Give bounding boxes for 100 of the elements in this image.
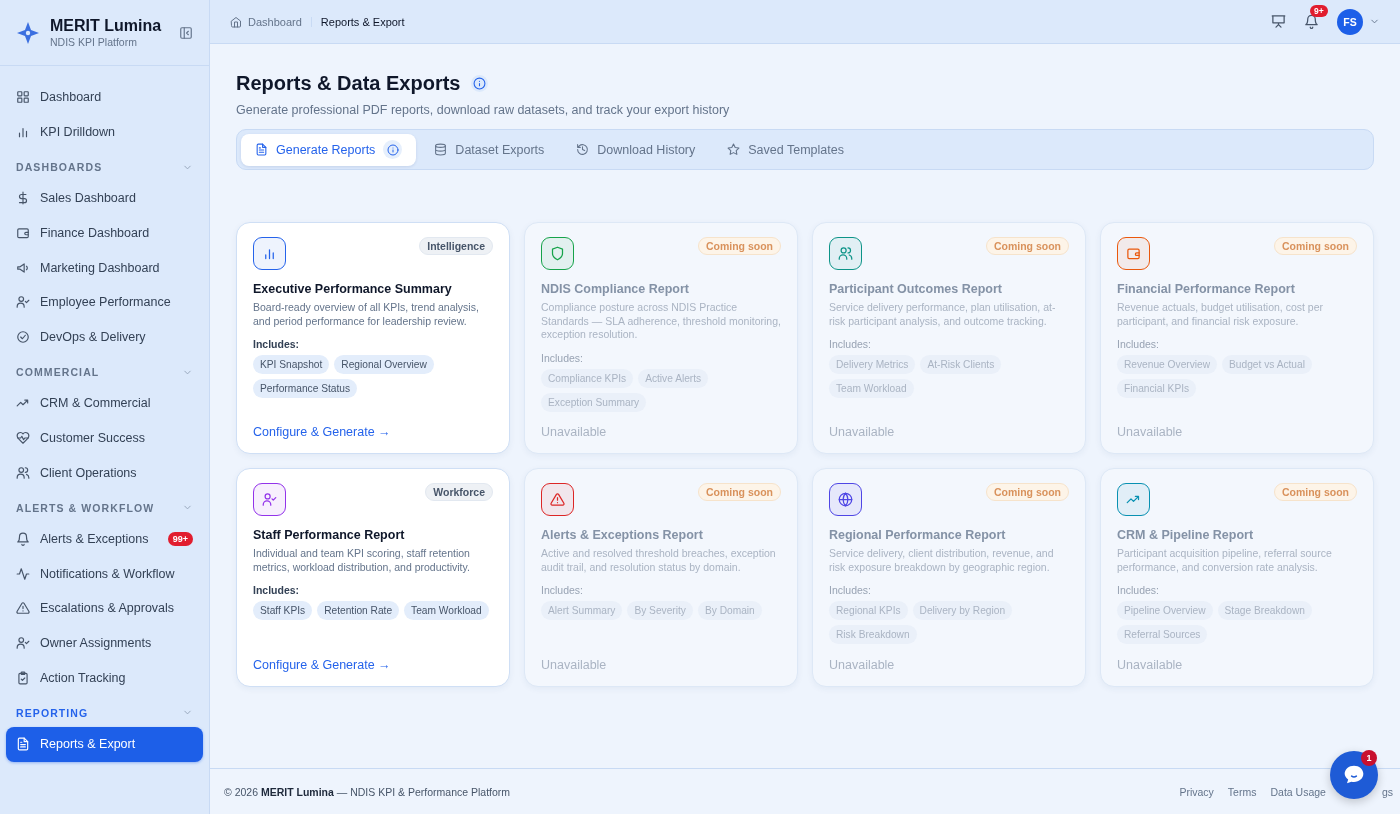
footer-link[interactable]: Privacy bbox=[1179, 785, 1214, 798]
feature-tag: Stage Breakdown bbox=[1217, 601, 1312, 620]
breadcrumb-link[interactable]: Dashboard bbox=[248, 15, 302, 28]
check-circle-icon bbox=[16, 329, 30, 344]
nav-item[interactable]: KPI Drilldown bbox=[6, 114, 203, 150]
category-tag: Workforce bbox=[425, 483, 493, 501]
footer-link[interactable]: Data Usage bbox=[1270, 785, 1326, 798]
section-header[interactable]: REPORTING bbox=[6, 698, 203, 727]
unavailable-label: Unavailable bbox=[829, 658, 896, 672]
app-name: MERIT Lumina bbox=[50, 17, 163, 35]
nav-item[interactable]: Owner Assignments bbox=[6, 625, 203, 661]
feature-tag: Pipeline Overview bbox=[1117, 601, 1213, 620]
chat-button[interactable]: 1 bbox=[1330, 751, 1378, 799]
section-header[interactable]: COMMERCIAL bbox=[6, 358, 203, 387]
nav-item[interactable]: Reports & Export bbox=[6, 726, 203, 762]
app-subtitle: NDIS KPI Platform bbox=[50, 36, 138, 48]
card-description: Compliance posture across NDIS Practice Standards — SLA adherence, threshold monitoring, exception resolution. bbox=[541, 301, 781, 342]
card-title: Executive Performance Summary bbox=[253, 282, 453, 296]
pulse-icon bbox=[16, 566, 30, 581]
copyright-text: © 2026 MERIT Lumina — NDIS KPI & Performance Platform bbox=[224, 785, 511, 798]
feature-tag: Regional Overview bbox=[334, 355, 434, 374]
notification-badge: 9+ bbox=[1310, 5, 1328, 17]
card-description: Participant acquisition pipeline, referral source performance, and conversion rate analysis. bbox=[1117, 547, 1333, 574]
section-header[interactable]: DASHBOARDS bbox=[6, 153, 203, 182]
avatar-button[interactable]: FS bbox=[1337, 8, 1363, 35]
star-icon bbox=[727, 143, 741, 156]
tab[interactable]: Download History bbox=[562, 133, 710, 166]
nav-item[interactable]: Finance Dashboard bbox=[6, 215, 203, 251]
configure-link[interactable]: Configure & Generate → bbox=[253, 425, 493, 439]
collapse-sidebar-icon[interactable] bbox=[179, 25, 193, 40]
nav-item[interactable]: Marketing Dashboard bbox=[6, 250, 203, 285]
feature-tag: Revenue Overview bbox=[1117, 355, 1218, 374]
unavailable-label: Unavailable bbox=[541, 425, 608, 439]
nav-item[interactable]: Dashboard bbox=[6, 80, 203, 115]
user-check-icon bbox=[16, 295, 30, 310]
info-icon[interactable] bbox=[383, 140, 403, 159]
category-tag: Coming soon bbox=[1273, 483, 1357, 501]
info-icon[interactable] bbox=[470, 75, 488, 92]
feature-tag: Team Workload bbox=[404, 601, 489, 620]
nav-item[interactable]: Notifications & Workflow bbox=[6, 556, 203, 592]
user-check-icon bbox=[16, 636, 30, 650]
logo-icon bbox=[16, 20, 40, 45]
feature-tag: At-Risk Clients bbox=[920, 355, 1002, 374]
unavailable-label: Unavailable bbox=[541, 658, 608, 672]
feature-tag: Financial KPIs bbox=[1117, 379, 1197, 398]
feature-tag: Delivery by Region bbox=[912, 601, 1013, 620]
card-title: NDIS Compliance Report bbox=[541, 282, 690, 296]
bell-icon[interactable] bbox=[1304, 14, 1319, 29]
nav-item[interactable]: Alerts & Exceptions 99+ bbox=[6, 521, 203, 557]
history-icon bbox=[576, 143, 590, 156]
nav-item[interactable]: Employee Performance bbox=[6, 284, 203, 320]
footer-link[interactable]: gs bbox=[1381, 785, 1393, 798]
page-title: Reports & Data Exports bbox=[236, 72, 461, 95]
card-description: Service delivery performance, plan utilisation, at-risk participant analysis, and outcome tracking. bbox=[829, 301, 1057, 328]
heart-pulse-icon bbox=[16, 431, 30, 446]
card-title: Financial Performance Report bbox=[1117, 282, 1296, 296]
tab[interactable]: Saved Templates bbox=[713, 133, 858, 166]
category-tag: Coming soon bbox=[697, 483, 781, 501]
configure-link[interactable]: Configure & Generate → bbox=[253, 658, 493, 672]
card-title: Participant Outcomes Report bbox=[829, 282, 1003, 296]
tab[interactable]: Generate Reports bbox=[241, 133, 417, 166]
database-icon bbox=[434, 143, 448, 156]
nav-item[interactable]: Client Operations bbox=[6, 455, 203, 490]
tab[interactable]: Dataset Exports bbox=[420, 133, 559, 166]
warning-icon bbox=[16, 601, 30, 616]
breadcrumb-current: Reports & Export bbox=[320, 15, 405, 28]
users-icon bbox=[16, 465, 30, 480]
nav-item[interactable]: CRM & Commercial bbox=[6, 386, 203, 421]
document-icon bbox=[255, 143, 268, 156]
wallet-icon bbox=[16, 226, 30, 241]
feature-tag: Risk Breakdown bbox=[829, 625, 917, 644]
presentation-icon[interactable] bbox=[1271, 14, 1286, 29]
unavailable-label: Unavailable bbox=[829, 425, 896, 439]
nav-item[interactable]: Action Tracking bbox=[6, 660, 203, 695]
feature-tag: Alert Summary bbox=[541, 601, 623, 620]
dollar-icon bbox=[16, 191, 30, 206]
card-description: Board-ready overview of all KPIs, trend analysis, and period performance for leadership review. bbox=[253, 301, 480, 328]
nav-item[interactable]: Sales Dashboard bbox=[6, 181, 203, 216]
footer-link[interactable]: Terms bbox=[1227, 785, 1257, 798]
grid-icon bbox=[16, 90, 30, 105]
bell-icon bbox=[16, 532, 30, 547]
home-icon[interactable] bbox=[230, 15, 242, 28]
feature-tag: Budget vs Actual bbox=[1222, 355, 1312, 374]
feature-tag: Referral Sources bbox=[1117, 625, 1208, 644]
section-header[interactable]: ALERTS & WORKFLOW bbox=[6, 493, 203, 522]
includes-label: Includes: bbox=[253, 338, 301, 350]
feature-tag: Active Alerts bbox=[638, 368, 709, 388]
count-badge: 99+ bbox=[167, 532, 193, 547]
includes-label: Includes: bbox=[1117, 584, 1161, 596]
feature-tag: By Domain bbox=[697, 601, 762, 620]
nav-item[interactable]: DevOps & Delivery bbox=[6, 319, 203, 355]
category-tag: Coming soon bbox=[697, 237, 781, 255]
feature-tag: Regional KPIs bbox=[829, 601, 908, 620]
includes-label: Includes: bbox=[541, 584, 585, 596]
nav-item[interactable]: Customer Success bbox=[6, 420, 203, 456]
includes-label: Includes: bbox=[541, 351, 585, 364]
feature-tag: Performance Status bbox=[253, 379, 358, 398]
card-description: Revenue actuals, budget utilisation, cost per participant, and financial risk exposure. bbox=[1117, 301, 1325, 328]
nav-item[interactable]: Escalations & Approvals bbox=[6, 591, 203, 626]
includes-label: Includes: bbox=[829, 584, 873, 596]
